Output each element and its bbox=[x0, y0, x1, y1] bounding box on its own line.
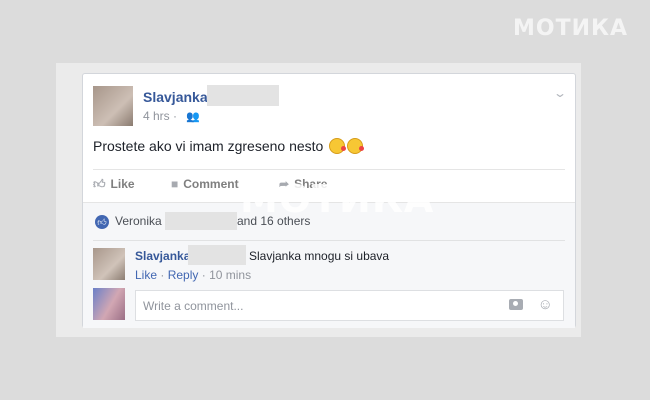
comment-time[interactable]: 10 mins bbox=[209, 268, 251, 282]
thumbs-up-icon: 👍︎ bbox=[93, 177, 106, 191]
reaction-name[interactable]: Veronika bbox=[115, 214, 162, 228]
comments-section: Slavjanka Slavjanka mnogu si ubava Like … bbox=[83, 240, 575, 328]
watermark-center: МОТИКА bbox=[240, 177, 435, 221]
meta-dot: · bbox=[201, 268, 210, 282]
name-redaction bbox=[207, 85, 279, 106]
chevron-down-icon[interactable]: ⌄ bbox=[553, 86, 567, 100]
comment-text: Slavjanka mnogu si ubava bbox=[249, 249, 390, 263]
viewer-avatar bbox=[93, 288, 125, 320]
comment-meta: Like · Reply · 10 mins bbox=[135, 268, 251, 282]
comments-divider bbox=[93, 240, 565, 241]
watermark-top: МОТИКА bbox=[512, 16, 628, 41]
commenter-name-redaction bbox=[188, 245, 246, 265]
comment-like-link[interactable]: Like bbox=[135, 268, 157, 282]
commenter-avatar[interactable] bbox=[93, 248, 125, 280]
post-time[interactable]: 4 hrs bbox=[143, 109, 170, 123]
author-avatar[interactable] bbox=[93, 86, 133, 126]
comment-placeholder: Write a comment... bbox=[143, 299, 244, 313]
emoji-smile-icon[interactable]: ☺ bbox=[538, 297, 553, 312]
reaction-name-redaction bbox=[165, 212, 237, 230]
comment-button[interactable]: ■ Comment bbox=[171, 177, 239, 191]
actions-divider bbox=[93, 169, 565, 170]
comment-input[interactable]: Write a comment... ☺ bbox=[135, 290, 564, 321]
post-text: Prostete ako vi imam zgreseno nesto bbox=[93, 138, 365, 154]
friends-icon[interactable]: 👥 bbox=[186, 110, 200, 123]
post-meta: 4 hrs · 👥 bbox=[143, 109, 200, 123]
like-reaction-icon: 👍︎ bbox=[95, 215, 109, 229]
like-button[interactable]: 👍︎ Like bbox=[93, 177, 135, 192]
post-text-content: Prostete ako vi imam zgreseno nesto bbox=[93, 138, 324, 154]
kiss-emoji-icon bbox=[329, 138, 347, 154]
camera-icon[interactable] bbox=[509, 299, 523, 310]
commenter-name[interactable]: Slavjanka bbox=[135, 249, 190, 263]
meta-dot: · bbox=[160, 268, 168, 282]
meta-dot: · bbox=[173, 109, 181, 123]
speech-bubble-icon: ■ bbox=[171, 177, 179, 191]
comment-reply-link[interactable]: Reply bbox=[168, 268, 199, 282]
kiss-emoji-icon bbox=[347, 138, 365, 154]
author-name[interactable]: Slavjanka bbox=[143, 89, 208, 105]
